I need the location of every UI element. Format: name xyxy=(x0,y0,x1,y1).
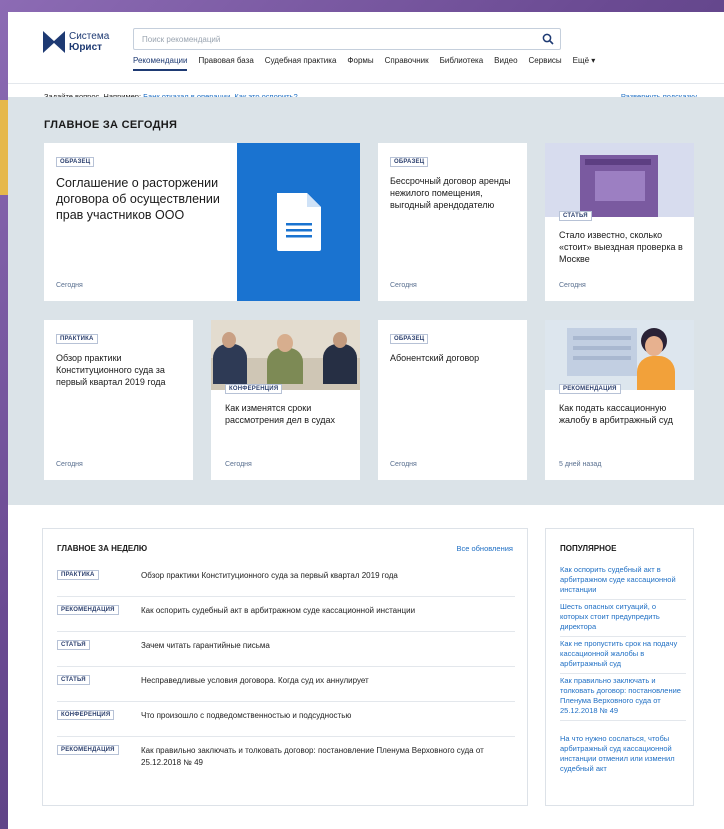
search-input[interactable] xyxy=(134,29,534,50)
card-date: Сегодня xyxy=(390,282,417,289)
nav-item-library[interactable]: Библиотека xyxy=(440,56,484,71)
card-badge: ПРАКТИКА xyxy=(56,334,98,344)
nav-item-forms[interactable]: Формы xyxy=(347,56,373,71)
card-title: Как изменятся сроки рассмотрения дел в с… xyxy=(225,403,335,425)
card-image xyxy=(545,143,694,217)
header: Система Юрист Рекомендации Правовая база… xyxy=(8,12,724,84)
row-badge: СТАТЬЯ xyxy=(57,675,90,685)
nav-item-court-practice[interactable]: Судебная практика xyxy=(265,56,337,71)
week-row[interactable]: СТАТЬЯ Несправедливые условия договора. … xyxy=(57,674,515,702)
all-updates-link[interactable]: Все обновления xyxy=(456,544,513,553)
today-title: ГЛАВНОЕ ЗА СЕГОДНЯ xyxy=(44,119,178,131)
card-date: Сегодня xyxy=(225,461,252,468)
nav-item-reference[interactable]: Справочник xyxy=(385,56,429,71)
row-text: Что произошло с подведомственностью и по… xyxy=(141,711,352,720)
popular-link[interactable]: На что нужно сослаться, чтобы арбитражны… xyxy=(560,734,686,778)
card-date: Сегодня xyxy=(56,461,83,468)
card-badge: ОБРАЗЕЦ xyxy=(390,334,429,344)
week-row[interactable]: РЕКОМЕНДАЦИЯ Как правильно заключать и т… xyxy=(57,744,515,784)
logo-text: Система Юрист xyxy=(69,31,109,53)
popular-panel: ПОПУЛЯРНОЕ Как оспорить судебный акт в а… xyxy=(545,528,694,806)
search-icon[interactable] xyxy=(542,33,554,45)
today-card-practice[interactable]: ПРАКТИКА Обзор практики Конституционного… xyxy=(44,320,193,480)
main-nav: Рекомендации Правовая база Судебная прак… xyxy=(133,56,595,71)
today-section: ГЛАВНОЕ ЗА СЕГОДНЯ ОБРАЗЕЦ Соглашение о … xyxy=(8,97,724,505)
row-badge: СТАТЬЯ xyxy=(57,640,90,650)
brand-line2: Юрист xyxy=(69,42,103,53)
card-badge: СТАТЬЯ xyxy=(559,211,592,221)
card-date: Сегодня xyxy=(559,282,586,289)
card-title: Соглашение о расторжении договора об осу… xyxy=(56,176,220,222)
today-card-subscription[interactable]: ОБРАЗЕЦ Абонентский договор Сегодня xyxy=(378,320,527,480)
conference-photo xyxy=(211,320,360,390)
page: Система Юрист Рекомендации Правовая база… xyxy=(8,12,724,829)
card-illustration xyxy=(545,320,694,390)
row-text: Обзор практики Конституционного суда за … xyxy=(141,571,398,580)
search-box xyxy=(133,28,561,50)
document-icon xyxy=(276,193,321,251)
brand-line1: Система xyxy=(69,31,110,42)
popular-link[interactable]: Шесть опасных ситуаций, о которых стоит … xyxy=(560,602,686,637)
row-badge: КОНФЕРЕНЦИЯ xyxy=(57,710,115,720)
week-row[interactable]: РЕКОМЕНДАЦИЯ Как оспорить судебный акт в… xyxy=(57,604,515,632)
row-text: Как оспорить судебный акт в арбитражном … xyxy=(141,606,416,615)
today-card-lease[interactable]: ОБРАЗЕЦ Бессрочный договор аренды нежило… xyxy=(378,143,527,301)
logo[interactable]: Система Юрист xyxy=(43,31,109,53)
popular-title: ПОПУЛЯРНОЕ xyxy=(560,544,617,553)
row-text: Несправедливые условия договора. Когда с… xyxy=(141,676,369,685)
card-badge: РЕКОМЕНДАЦИЯ xyxy=(559,384,621,394)
week-title: ГЛАВНОЕ ЗА НЕДЕЛЮ xyxy=(57,544,148,553)
logo-mark-icon xyxy=(43,31,65,53)
today-card-agreement[interactable]: ОБРАЗЕЦ Соглашение о расторжении договор… xyxy=(44,143,360,301)
week-row[interactable]: ПРАКТИКА Обзор практики Конституционного… xyxy=(57,569,515,597)
card-date: Сегодня xyxy=(390,461,417,468)
card-title: Как подать кассационную жалобу в арбитра… xyxy=(559,403,673,425)
row-badge: РЕКОМЕНДАЦИЯ xyxy=(57,745,119,755)
nav-item-recommendations[interactable]: Рекомендации xyxy=(133,56,188,71)
row-text: Как правильно заключать и толковать дого… xyxy=(141,746,484,767)
card-title: Абонентский договор xyxy=(390,353,480,363)
nav-item-video[interactable]: Видео xyxy=(494,56,517,71)
nav-item-more[interactable]: Ещё ▾ xyxy=(573,56,596,71)
card-date: Сегодня xyxy=(56,282,83,289)
row-badge: ПРАКТИКА xyxy=(57,570,99,580)
today-card-cassation[interactable]: РЕКОМЕНДАЦИЯ Как подать кассационную жал… xyxy=(545,320,694,480)
card-title: Обзор практики Конституционного суда за … xyxy=(56,353,166,387)
card-date: 5 дней назад xyxy=(559,461,602,468)
popular-link[interactable]: Как оспорить судебный акт в арбитражном … xyxy=(560,565,686,600)
today-card-inspection[interactable]: СТАТЬЯ Стало известно, сколько «стоит» в… xyxy=(545,143,694,301)
card-badge: КОНФЕРЕНЦИЯ xyxy=(225,384,283,394)
decor-stripe xyxy=(0,100,8,195)
week-row[interactable]: КОНФЕРЕНЦИЯ Что произошло с подведомстве… xyxy=(57,709,515,737)
document-panel xyxy=(237,143,360,301)
card-badge: ОБРАЗЕЦ xyxy=(56,157,95,167)
card-badge: ОБРАЗЕЦ xyxy=(390,157,429,167)
row-text: Зачем читать гарантийные письма xyxy=(141,641,270,650)
week-row[interactable]: СТАТЬЯ Зачем читать гарантийные письма xyxy=(57,639,515,667)
week-panel: ГЛАВНОЕ ЗА НЕДЕЛЮ Все обновления ПРАКТИК… xyxy=(42,528,528,806)
card-title: Бессрочный договор аренды нежилого помещ… xyxy=(390,176,511,210)
today-card-conference[interactable]: КОНФЕРЕНЦИЯ Как изменятся сроки рассмотр… xyxy=(211,320,360,480)
card-title: Стало известно, сколько «стоит» выездная… xyxy=(559,230,683,264)
nav-item-legal-base[interactable]: Правовая база xyxy=(198,56,253,71)
row-badge: РЕКОМЕНДАЦИЯ xyxy=(57,605,119,615)
popular-link[interactable]: Как правильно заключать и толковать дого… xyxy=(560,676,686,721)
nav-item-services[interactable]: Сервисы xyxy=(529,56,562,71)
popular-link[interactable]: Как не пропустить срок на подачу кассаци… xyxy=(560,639,686,674)
